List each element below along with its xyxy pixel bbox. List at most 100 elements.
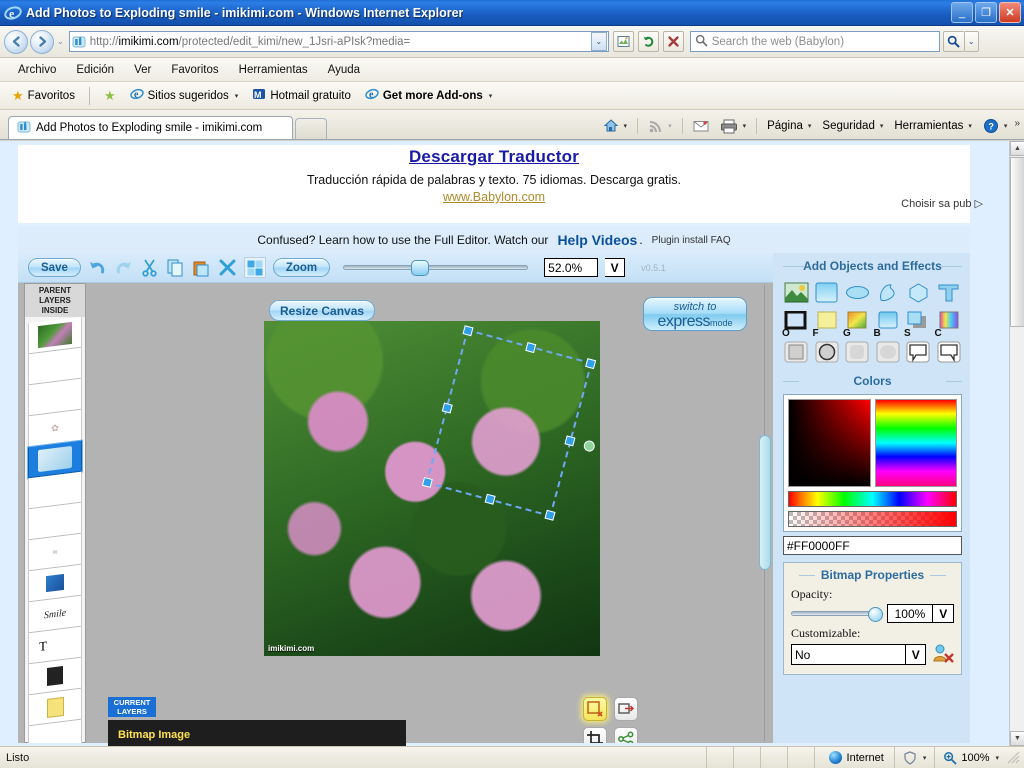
- scroll-down-button[interactable]: ▼: [1010, 731, 1024, 746]
- copy-icon[interactable]: [166, 258, 185, 277]
- resize-handle-n[interactable]: [525, 342, 537, 354]
- address-bar[interactable]: http://imikimi.com/protected/edit_kimi/n…: [68, 31, 609, 52]
- resize-handle-se[interactable]: [544, 509, 556, 521]
- customizable-select-value[interactable]: No: [791, 644, 907, 665]
- search-provider-caret[interactable]: ⌄: [964, 31, 979, 52]
- speech-bubble-right-icon[interactable]: [936, 339, 963, 365]
- stop-button[interactable]: [662, 31, 684, 52]
- search-input[interactable]: Search the web (Babylon): [689, 31, 940, 52]
- chevron-down-icon[interactable]: ▾: [1004, 122, 1008, 130]
- chevron-down-icon[interactable]: ▾: [235, 92, 239, 100]
- customizable-dropdown-caret[interactable]: V: [906, 644, 926, 665]
- shadow-effect-icon[interactable]: S: [904, 309, 932, 339]
- page-scrollbar-thumb[interactable]: [1010, 157, 1024, 327]
- protected-mode-indicator[interactable]: ▾: [893, 746, 935, 768]
- zoom-slider[interactable]: [343, 257, 529, 279]
- circle-frame-icon[interactable]: [814, 339, 841, 365]
- switch-to-express-mode-button[interactable]: switch to expressmode: [643, 297, 747, 331]
- chevron-down-icon[interactable]: ▾: [995, 754, 999, 762]
- image-object-icon[interactable]: [783, 279, 810, 305]
- home-button[interactable]: ▾: [599, 116, 632, 136]
- rectangle-object-icon[interactable]: [814, 279, 841, 305]
- hue-spectrum-field[interactable]: [874, 399, 957, 487]
- hex-color-input[interactable]: #FF0000FF: [783, 536, 962, 555]
- ad-title-link[interactable]: Descargar Traductor: [18, 147, 970, 167]
- back-button[interactable]: [4, 29, 28, 54]
- favorite-hotmail[interactable]: M Hotmail gratuito: [248, 85, 355, 106]
- compatibility-view-button[interactable]: [612, 31, 634, 52]
- share-icon[interactable]: [614, 727, 638, 743]
- scroll-up-button[interactable]: ▲: [1010, 141, 1024, 156]
- zoom-button[interactable]: Zoom: [272, 258, 331, 277]
- resize-handle-s[interactable]: [484, 493, 496, 505]
- tab-active[interactable]: Add Photos to Exploding smile - imikimi.…: [8, 116, 293, 139]
- help-menu-button[interactable]: ? ▾: [979, 116, 1012, 136]
- export-icon[interactable]: [614, 697, 638, 721]
- menu-item-archivo[interactable]: Archivo: [8, 62, 66, 78]
- grid-icon[interactable]: [243, 257, 266, 278]
- canvas-area[interactable]: PARENT LAYERS INSIDE ✿ ≈ Smile T imikimi…: [18, 283, 773, 743]
- recent-pages-caret[interactable]: ⌄: [57, 37, 64, 46]
- resize-handle-ne[interactable]: [585, 358, 597, 370]
- ad-url-link[interactable]: www.Babylon.com: [443, 190, 545, 204]
- canvas-scrollbar-thumb[interactable]: [759, 435, 771, 570]
- resize-grip[interactable]: [1007, 751, 1021, 765]
- redo-icon[interactable]: [114, 258, 133, 277]
- menu-item-edicion[interactable]: Edición: [66, 62, 124, 78]
- color-picker[interactable]: [783, 394, 962, 532]
- zoom-value-field[interactable]: 52.0%: [544, 258, 599, 277]
- rotate-handle[interactable]: [582, 439, 597, 453]
- resize-canvas-button[interactable]: Resize Canvas: [269, 300, 376, 321]
- colorize-effect-icon[interactable]: C: [935, 309, 963, 339]
- menu-item-favoritos[interactable]: Favoritos: [161, 62, 228, 78]
- address-dropdown-caret[interactable]: ⌄: [590, 32, 607, 51]
- tools-menu-button[interactable]: Herramientas ▾: [890, 118, 976, 134]
- plugin-install-faq-link[interactable]: Plugin install FAQ: [652, 235, 731, 246]
- help-videos-link[interactable]: Help Videos: [557, 232, 637, 248]
- opacity-slider-handle[interactable]: [867, 606, 883, 622]
- paste-icon[interactable]: [192, 258, 211, 277]
- page-menu-button[interactable]: Página ▾: [763, 118, 815, 134]
- fill-effect-icon[interactable]: F: [813, 309, 841, 339]
- menu-item-ayuda[interactable]: Ayuda: [318, 62, 370, 78]
- security-menu-button[interactable]: Seguridad ▾: [818, 118, 887, 134]
- parent-layers-panel[interactable]: PARENT LAYERS INSIDE ✿ ≈ Smile T: [24, 283, 86, 743]
- outline-effect-icon[interactable]: O: [782, 309, 810, 339]
- maximize-button[interactable]: ❐: [975, 2, 997, 23]
- command-bar-overflow[interactable]: »: [1014, 118, 1020, 135]
- cut-icon[interactable]: [140, 258, 159, 277]
- minimize-button[interactable]: _: [951, 2, 973, 23]
- mail-button[interactable]: [689, 117, 713, 135]
- zoom-slider-handle[interactable]: [411, 259, 430, 276]
- chevron-down-icon[interactable]: ▾: [880, 122, 884, 130]
- print-button[interactable]: ▾: [716, 117, 751, 136]
- saturation-value-field[interactable]: [788, 399, 871, 487]
- chevron-down-icon[interactable]: ▾: [968, 122, 972, 130]
- remove-user-icon[interactable]: [932, 643, 954, 666]
- favorites-button[interactable]: ★ Favoritos: [8, 86, 79, 106]
- ad-choices-link[interactable]: Choisir sa pub ▷: [901, 197, 983, 210]
- add-to-favorites-bar-button[interactable]: ★: [100, 86, 120, 106]
- resize-handle-sw[interactable]: [421, 476, 433, 488]
- page-scrollbar[interactable]: ▲ ▼: [1009, 141, 1024, 746]
- opacity-dropdown-caret[interactable]: V: [933, 604, 954, 623]
- feeds-button[interactable]: ▾: [644, 117, 676, 136]
- soft-frame-icon[interactable]: [844, 339, 871, 365]
- add-frame-icon[interactable]: [583, 697, 607, 721]
- chevron-down-icon[interactable]: ▾: [808, 122, 812, 130]
- delete-x-icon[interactable]: [218, 258, 237, 277]
- alpha-slider[interactable]: [788, 511, 957, 527]
- close-button[interactable]: ✕: [999, 2, 1021, 23]
- menu-item-herramientas[interactable]: Herramientas: [229, 62, 318, 78]
- chevron-down-icon[interactable]: ▾: [743, 122, 747, 130]
- opacity-value-field[interactable]: 100%: [886, 604, 934, 623]
- refresh-button[interactable]: [637, 31, 659, 52]
- zoom-dropdown-caret[interactable]: V: [605, 258, 626, 277]
- favorite-get-more-addons[interactable]: e Get more Add-ons ▾: [361, 85, 496, 106]
- shape-object-icon[interactable]: [875, 279, 902, 305]
- square-frame-icon[interactable]: [783, 339, 810, 365]
- zoom-level-control[interactable]: 100% ▾: [934, 746, 1007, 768]
- menu-item-ver[interactable]: Ver: [124, 62, 161, 78]
- canvas-scrollbar[interactable]: [759, 285, 771, 741]
- crop-icon[interactable]: [583, 727, 607, 743]
